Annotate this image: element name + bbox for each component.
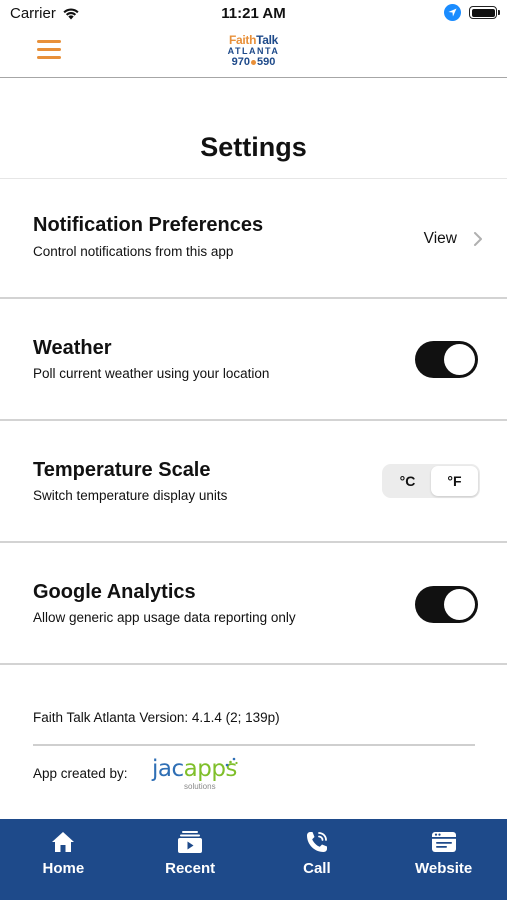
logo-talk: Talk <box>256 33 279 47</box>
temperature-title: Temperature Scale <box>33 459 211 481</box>
jacapps-logo[interactable]: jacapps solutions <box>152 756 238 791</box>
analytics-subtitle: Allow generic app usage data reporting o… <box>33 610 296 625</box>
tab-home[interactable]: Home <box>0 819 127 900</box>
fahrenheit-option[interactable]: °F <box>431 466 478 496</box>
weather-title: Weather <box>33 337 112 359</box>
view-label: View <box>423 230 457 247</box>
created-by-label: App created by: <box>33 766 128 781</box>
tab-call[interactable]: Call <box>254 819 381 900</box>
settings-row-notifications[interactable]: Notification Preferences Control notific… <box>0 179 507 299</box>
recent-icon <box>178 831 203 853</box>
page-title: Settings <box>200 132 307 162</box>
status-bar: Carrier 11:21 AM <box>0 0 507 28</box>
logo-city: ATLANTA <box>227 46 280 56</box>
brand-sub: solutions <box>184 782 216 791</box>
brand-dots-icon <box>225 757 238 767</box>
divider <box>0 663 507 665</box>
notifications-subtitle: Control notifications from this app <box>33 244 234 259</box>
tab-home-label: Home <box>42 860 85 877</box>
temperature-subtitle: Switch temperature display units <box>33 488 228 503</box>
analytics-title: Google Analytics <box>33 581 196 603</box>
battery-icon <box>469 6 500 19</box>
chevron-right-icon <box>474 232 482 246</box>
station-logo: FaithTalk ATLANTA 970 590 <box>0 34 507 68</box>
tab-recent-label: Recent <box>165 860 216 877</box>
logo-freq-b: 590 <box>257 56 276 68</box>
analytics-toggle[interactable] <box>415 586 478 623</box>
app-header: FaithTalk ATLANTA 970 590 <box>0 28 507 78</box>
tab-website-label: Website <box>415 860 473 877</box>
temperature-scale-selector[interactable]: °C °F <box>382 464 480 498</box>
phone-icon <box>306 832 327 852</box>
settings-row-weather: Weather Poll current weather using your … <box>0 299 507 419</box>
tab-website[interactable]: Website <box>380 819 507 900</box>
location-arrow-icon <box>444 4 461 21</box>
brand-jac: jac <box>152 756 184 782</box>
celsius-option[interactable]: °C <box>384 466 431 496</box>
settings-row-temperature: Temperature Scale Switch temperature dis… <box>0 421 507 541</box>
bottom-tab-bar: Home Recent Call Website <box>0 819 507 900</box>
app-version: Faith Talk Atlanta Version: 4.1.4 (2; 13… <box>33 710 280 725</box>
weather-subtitle: Poll current weather using your location <box>33 366 270 381</box>
weather-toggle[interactable] <box>415 341 478 378</box>
view-notifications-button[interactable]: View <box>424 230 485 248</box>
clock: 11:21 AM <box>221 5 286 22</box>
status-icons <box>444 4 500 21</box>
notifications-title: Notification Preferences <box>33 214 264 236</box>
settings-row-analytics: Google Analytics Allow generic app usage… <box>0 543 507 663</box>
divider <box>33 744 475 746</box>
tab-recent[interactable]: Recent <box>127 819 254 900</box>
home-icon <box>52 832 75 852</box>
logo-freq-a: 970 <box>231 56 250 68</box>
browser-icon <box>431 832 456 852</box>
logo-faith: Faith <box>228 33 257 47</box>
tab-call-label: Call <box>303 860 331 877</box>
